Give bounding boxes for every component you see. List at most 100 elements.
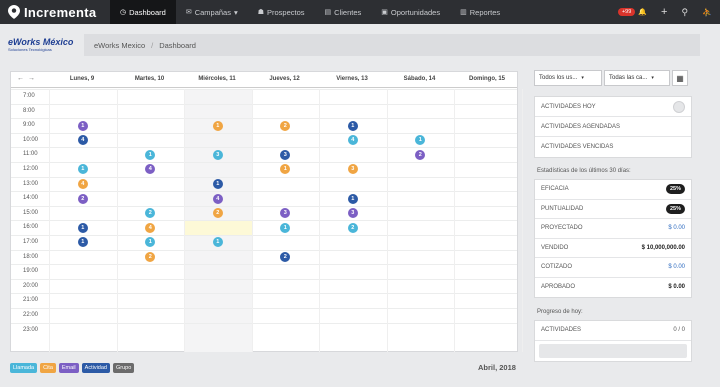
event-marker[interactable]: 1	[280, 222, 291, 233]
calendar-view-button[interactable]: ▦	[672, 70, 688, 86]
event-marker[interactable]: 4	[145, 222, 156, 233]
nav-label: Clientes	[334, 7, 362, 17]
stat-row: COTIZADO $ 0.00	[535, 258, 691, 278]
day-divider	[184, 89, 185, 352]
day-header: Domingo, 15	[468, 76, 505, 82]
prev-week-icon[interactable]: ←	[17, 75, 28, 82]
stat-value: $ 0.00	[668, 225, 685, 232]
event-marker[interactable]: 1	[347, 120, 358, 131]
stat-value: 25%	[665, 203, 685, 214]
activity-row[interactable]: ACTIVIDADES AGENDADAS	[535, 117, 691, 137]
event-marker[interactable]: 3	[280, 149, 291, 160]
event-marker[interactable]: 2	[415, 149, 426, 160]
event-marker[interactable]: 4	[347, 135, 358, 146]
hour-label: 14:00	[23, 195, 39, 202]
day-header: Miércoles, 11	[198, 76, 236, 82]
event-marker[interactable]: 3	[347, 208, 358, 219]
notification-group[interactable]: +99 🔔	[617, 8, 647, 16]
event-marker[interactable]: 1	[77, 120, 88, 131]
hour-label: 18:00	[23, 253, 39, 260]
hour-label: 7:00	[23, 93, 35, 99]
event-marker[interactable]: 2	[280, 120, 291, 131]
event-marker[interactable]: 1	[212, 178, 223, 189]
company-logo: eWorks México Soluciones Tecnológicas	[0, 38, 84, 52]
event-marker[interactable]: 1	[145, 149, 156, 160]
activity-label: ACTIVIDADES HOY	[541, 103, 596, 110]
day-divider	[386, 89, 388, 352]
legend-email[interactable]: Email	[58, 363, 79, 373]
nav-clientes[interactable]: ▤ Clientes	[315, 0, 372, 24]
nav-label: Oportunidades	[390, 7, 441, 17]
hour-label: 20:00	[23, 282, 39, 289]
breadcrumb-current: Dashboard	[159, 40, 196, 50]
hour-row: 7:00	[11, 89, 517, 104]
hour-row: 18:00	[11, 249, 517, 265]
search-icon[interactable]: ⚲	[681, 7, 688, 18]
week-calendar: ←→ Lunes, 9 Martes, 10 Miércoles, 11 Jueves…	[10, 71, 523, 352]
briefcase-icon: ▣	[381, 9, 388, 16]
event-marker[interactable]: 3	[212, 149, 223, 160]
user-filter-select[interactable]: Todos los us... ▾	[534, 70, 602, 86]
event-marker[interactable]: 1	[77, 237, 88, 248]
day-divider	[251, 89, 253, 352]
hour-label: 9:00	[23, 122, 35, 129]
progress-bar	[539, 343, 687, 358]
nav-prospectos[interactable]: ☗ Prospectos	[248, 0, 315, 24]
user-filter-value: Todos los us...	[539, 75, 578, 81]
progress-panel: ACTIVIDADES 0 / 0	[534, 320, 692, 362]
stat-row: EFICACIA 25%	[535, 180, 691, 200]
event-marker[interactable]: 1	[77, 164, 88, 175]
stats-panel: EFICACIA 25% PUNTUALIDAD 25% PROYECTADO $ 0.0…	[534, 179, 692, 298]
event-marker[interactable]: 4	[77, 178, 88, 189]
legend-grupo[interactable]: Grupo	[112, 363, 135, 373]
top-navbar: Incrementa ◷ Dashboard ✉ Campañas ▾ ☗ Prospect…	[0, 0, 720, 24]
nav-reportes[interactable]: ▥ Reportes	[450, 0, 510, 24]
event-marker[interactable]: 4	[212, 193, 223, 204]
brand-logo[interactable]: Incrementa	[0, 5, 110, 20]
nav-campañas[interactable]: ✉ Campañas ▾	[176, 0, 248, 24]
page-header: eWorks México Soluciones Tecnológicas eW…	[0, 31, 700, 59]
brand-name: Incrementa	[24, 4, 97, 20]
stat-row: PUNTUALIDAD 25%	[535, 200, 691, 219]
chevron-down-icon: ▾	[651, 75, 654, 81]
activity-label: ACTIVIDADES AGENDADAS	[541, 123, 621, 130]
campaign-filter-select[interactable]: Todas las ca... ▾	[604, 70, 670, 86]
hour-label: 21:00	[23, 297, 39, 304]
hour-row: 8:00	[11, 103, 517, 119]
event-marker[interactable]: 1	[347, 193, 358, 204]
event-marker[interactable]: 2	[347, 222, 358, 233]
day-header: Jueves, 12	[269, 76, 300, 82]
progress-value: 0 / 0	[673, 327, 685, 334]
event-marker[interactable]: 1	[77, 222, 88, 233]
event-marker[interactable]: 2	[212, 208, 223, 219]
activity-row[interactable]: ACTIVIDADES VENCIDAS	[535, 137, 691, 157]
next-week-icon[interactable]: →	[28, 75, 39, 82]
event-marker[interactable]: 3	[347, 164, 358, 175]
day-divider	[521, 89, 523, 352]
add-icon[interactable]: +	[661, 6, 667, 18]
report-icon: ▥	[460, 9, 467, 16]
day-header: Sábado, 14	[403, 76, 436, 82]
stat-value: $ 10,000,000.00	[641, 244, 685, 251]
event-marker[interactable]: 1	[212, 237, 223, 248]
nav-oportunidades[interactable]: ▣ Oportunidades	[371, 0, 450, 24]
company-logo-tagline: Soluciones Tecnológicas	[8, 47, 52, 52]
nav-dashboard[interactable]: ◷ Dashboard	[110, 0, 176, 24]
legend-actividad[interactable]: Actividad	[81, 363, 110, 373]
user-icon: ☗	[257, 9, 265, 16]
campaign-filter-value: Todas las ca...	[609, 75, 648, 81]
legend-llamada[interactable]: Llamada	[10, 363, 38, 373]
event-marker[interactable]: 2	[77, 193, 88, 204]
legend-cita[interactable]: Cita	[40, 363, 56, 373]
day-header: Viernes, 13	[336, 76, 368, 82]
hour-label: 17:00	[23, 239, 39, 245]
event-marker[interactable]: 1	[212, 120, 223, 131]
progress-row: ACTIVIDADES 0 / 0	[535, 321, 691, 341]
hour-row: 15:00	[11, 205, 517, 221]
hour-label: 16:00	[23, 224, 39, 231]
breadcrumb-company[interactable]: eWorks Mexico	[94, 41, 145, 50]
activity-row[interactable]: ACTIVIDADES HOY	[535, 97, 691, 117]
hour-label: 8:00	[23, 107, 35, 114]
user-menu-icon[interactable]: ⛹	[702, 8, 712, 17]
event-marker[interactable]: 4	[77, 135, 88, 146]
